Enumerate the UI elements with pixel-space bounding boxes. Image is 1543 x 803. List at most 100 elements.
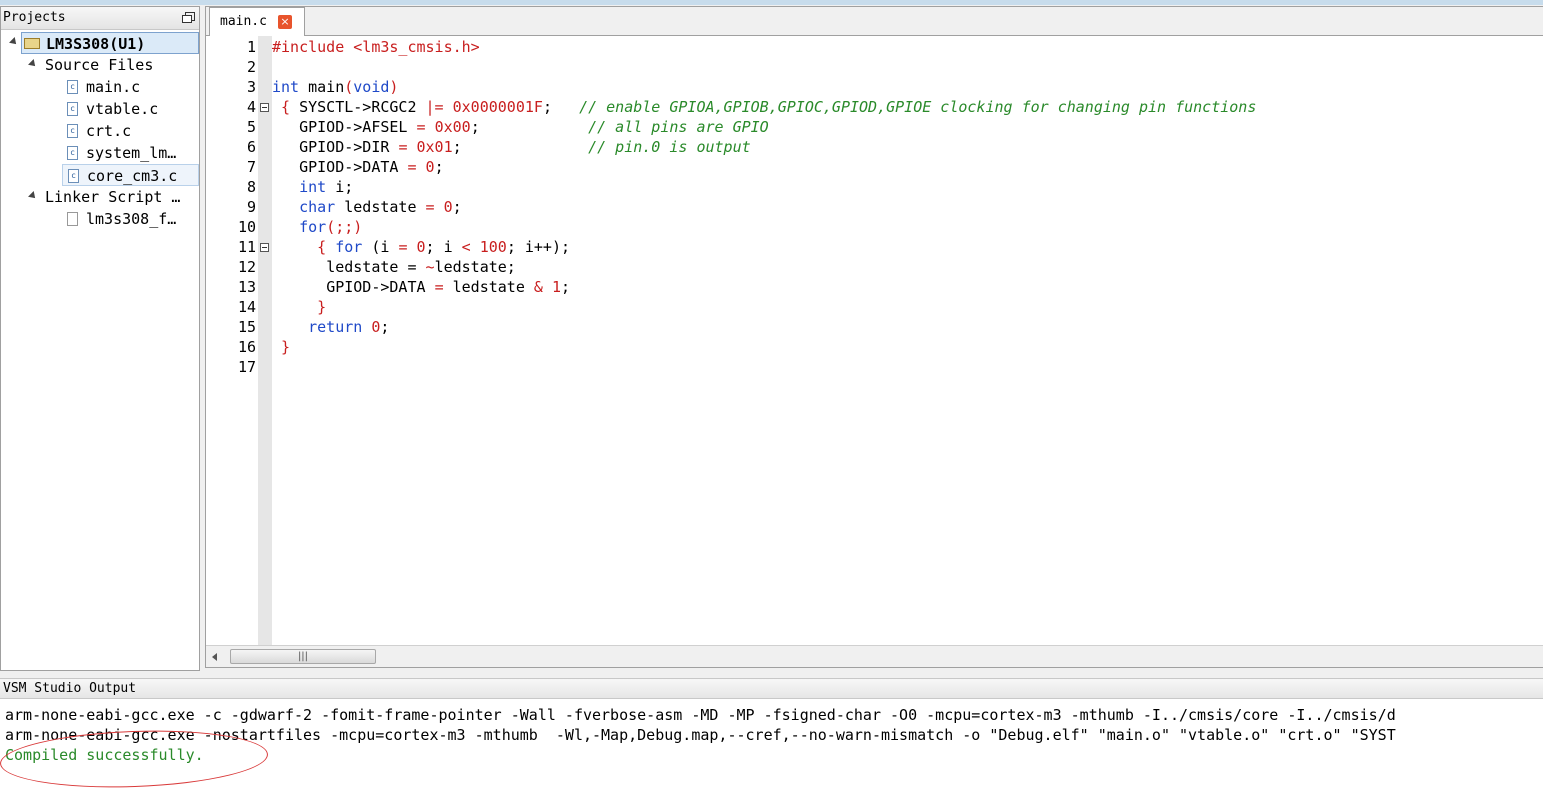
tree-item-vtable-c[interactable]: c vtable.c xyxy=(67,98,158,120)
code-token: 0x00 xyxy=(434,118,471,136)
code-token: ; i++); xyxy=(506,238,571,256)
collapse-fold-icon[interactable] xyxy=(260,103,269,112)
code-line: ledstate = ~ledstate; xyxy=(272,257,516,277)
code-line: GPIOD->DIR = 0x01; // pin.0 is output xyxy=(272,137,751,157)
code-token: main xyxy=(299,78,345,96)
tree-item-main-c[interactable]: c main.c xyxy=(67,76,140,98)
line-number: 10 xyxy=(237,218,256,236)
code-token: 0 xyxy=(443,198,453,216)
code-token: int xyxy=(299,178,327,196)
close-icon[interactable]: × xyxy=(278,15,292,29)
tree-item-root-label: LM3S308(U1) xyxy=(46,35,146,53)
code-editor: main.c × 1 2 3 4 5 6 7 8 9 10 11 12 13 14 15 16 17 #incl… xyxy=(205,6,1543,668)
tree-item-core-cm3-c[interactable]: c core_cm3.c xyxy=(62,164,199,186)
code-line: int i; xyxy=(272,177,353,197)
code-token: 0x0000001F xyxy=(452,98,543,116)
tree-item-root[interactable]: LM3S308(U1) xyxy=(21,32,199,54)
code-token: & xyxy=(533,278,543,296)
code-token: (;;) xyxy=(326,218,363,236)
code-token: } xyxy=(281,338,291,356)
code-token: ; xyxy=(542,98,580,116)
output-line: arm-none-eabi-gcc.exe -c -gdwarf-2 -fomi… xyxy=(5,706,1396,724)
tree-item-crt-c[interactable]: c crt.c xyxy=(67,120,131,142)
line-number: 17 xyxy=(237,358,256,376)
code-token: // pin.0 is output xyxy=(588,138,751,156)
line-number: 1 xyxy=(246,38,256,56)
restore-window-icon[interactable] xyxy=(182,12,195,23)
code-token: = xyxy=(416,118,426,136)
code-line: { for (i = 0; i < 100; i++); xyxy=(272,237,570,257)
code-line: GPIOD->DATA = 0; xyxy=(272,157,444,177)
editor-tab-bar: main.c × xyxy=(206,7,1543,36)
code-line: return 0; xyxy=(272,317,389,337)
code-line: char ledstate = 0; xyxy=(272,197,462,217)
collapse-fold-icon[interactable] xyxy=(260,243,269,252)
code-token: ledstate; xyxy=(434,258,516,276)
code-token: { xyxy=(281,98,291,116)
tab-main-c[interactable]: main.c × xyxy=(209,7,305,36)
code-token: char xyxy=(299,198,336,216)
code-token: |= xyxy=(425,98,444,116)
line-number: 4 xyxy=(246,98,256,116)
line-number: 6 xyxy=(246,138,256,156)
tree-item-linker-script[interactable]: Linker Script … xyxy=(45,186,180,208)
tree-item-linker-file[interactable]: . lm3s308_f… xyxy=(67,208,176,230)
c-file-icon: c xyxy=(67,145,78,160)
c-file-icon: c xyxy=(67,79,78,94)
code-token: ; xyxy=(470,118,589,136)
expand-arrow-icon[interactable] xyxy=(28,191,38,201)
code-line: } xyxy=(272,297,326,317)
code-token: ledstate = xyxy=(326,258,426,276)
code-line: { SYSCTL->RCGC2 |= 0x0000001F; // enable… xyxy=(272,97,1256,117)
code-token: // enable GPIOA,GPIOB,GPIOC,GPIOD,GPIOE … xyxy=(579,98,1257,116)
fold-margin xyxy=(258,36,272,646)
code-token: SYSCTL->RCGC2 xyxy=(290,98,426,116)
code-token: // all pins are GPIO xyxy=(588,118,769,136)
expand-arrow-icon[interactable] xyxy=(9,37,19,47)
code-token: = xyxy=(425,198,435,216)
line-number: 9 xyxy=(246,198,256,216)
c-file-icon: c xyxy=(67,101,78,116)
line-number: 15 xyxy=(237,318,256,336)
code-text-area[interactable]: #include <lm3s_cmsis.h> int main(void) { … xyxy=(272,36,1543,646)
scroll-left-icon[interactable] xyxy=(212,653,217,661)
horizontal-scrollbar[interactable]: ||| xyxy=(206,645,1543,667)
code-token: ) xyxy=(389,78,399,96)
expand-arrow-icon[interactable] xyxy=(28,59,38,69)
line-number: 12 xyxy=(237,258,256,276)
code-token: 100 xyxy=(479,238,507,256)
output-title: VSM Studio Output xyxy=(3,681,137,696)
code-token: 0x01 xyxy=(416,138,453,156)
code-token: 1 xyxy=(551,278,561,296)
code-line: int main(void) xyxy=(272,77,398,97)
tree-item-system-lm[interactable]: c system_lm… xyxy=(67,142,176,164)
code-token: = xyxy=(407,158,417,176)
code-token: return xyxy=(308,318,363,336)
tree-item-label: Source Files xyxy=(45,56,154,74)
projects-header: Projects xyxy=(1,7,199,30)
line-number: 14 xyxy=(237,298,256,316)
code-token: ledstate xyxy=(335,198,426,216)
c-file-icon: c xyxy=(67,123,78,138)
scrollbar-thumb[interactable]: ||| xyxy=(230,649,376,664)
tree-item-label: lm3s308_f… xyxy=(86,210,177,228)
line-number: 2 xyxy=(246,58,256,76)
code-token: i; xyxy=(326,178,354,196)
code-line: for(;;) xyxy=(272,217,362,237)
tree-item-source-files[interactable]: Source Files xyxy=(45,54,153,76)
code-token: ; xyxy=(452,138,589,156)
code-token: for xyxy=(335,238,363,256)
code-token: GPIOD->AFSEL xyxy=(299,118,417,136)
code-token: (i xyxy=(362,238,399,256)
